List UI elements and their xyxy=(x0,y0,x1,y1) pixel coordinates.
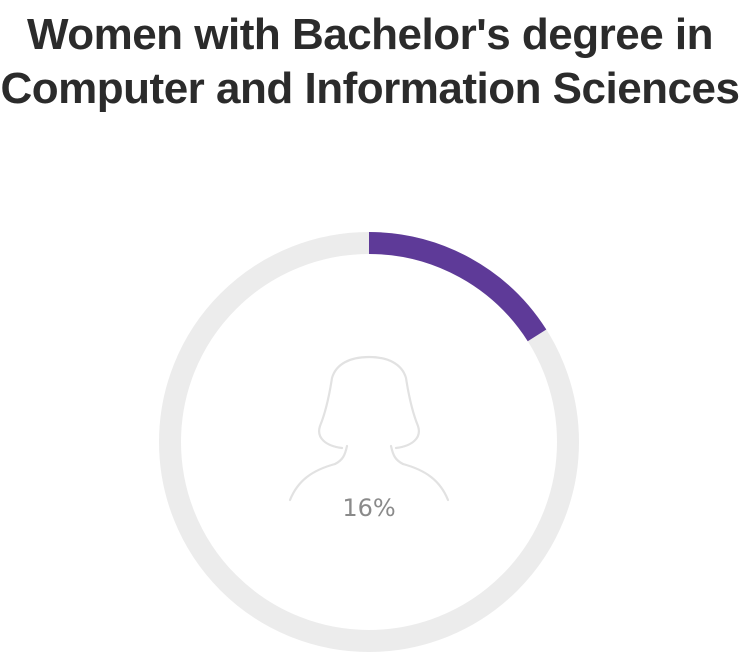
woman-silhouette-icon xyxy=(288,355,450,502)
donut-value-arc xyxy=(368,232,547,342)
percentage-label: 16% xyxy=(342,494,395,522)
donut-chart: 16% xyxy=(159,232,579,652)
